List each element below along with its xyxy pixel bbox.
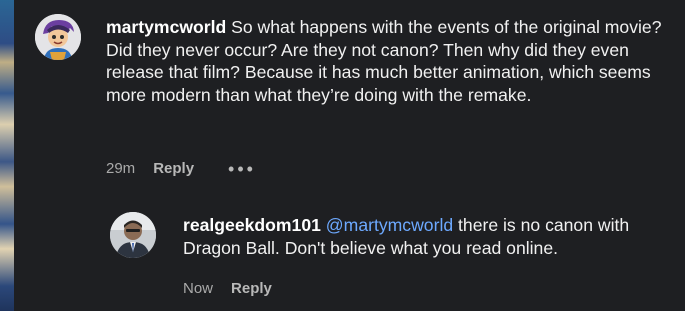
mention-link[interactable]: @martymcworld (326, 215, 453, 235)
avatar[interactable] (110, 212, 156, 258)
reply-button[interactable]: Reply (231, 280, 272, 297)
comment-meta: Now Reply (183, 280, 272, 297)
avatar[interactable] (35, 14, 81, 60)
avatar-icon (110, 212, 156, 258)
comment-username[interactable]: martymcworld (106, 17, 226, 37)
comment-meta: 29m Reply ••• (106, 160, 256, 178)
reply-button[interactable]: Reply (153, 160, 194, 177)
more-options-icon[interactable]: ••• (228, 160, 256, 178)
background-artwork-edge (0, 0, 14, 311)
comment-username[interactable]: realgeekdom101 (183, 215, 321, 235)
comments-panel: martymcworld So what happens with the ev… (0, 0, 685, 311)
comment-timestamp: Now (183, 280, 214, 297)
avatar-icon (35, 14, 81, 60)
comment-timestamp: 29m (106, 160, 136, 177)
comment-body: realgeekdom101 @martymcworld there is no… (183, 214, 670, 259)
comment-body: martymcworld So what happens with the ev… (106, 16, 675, 106)
